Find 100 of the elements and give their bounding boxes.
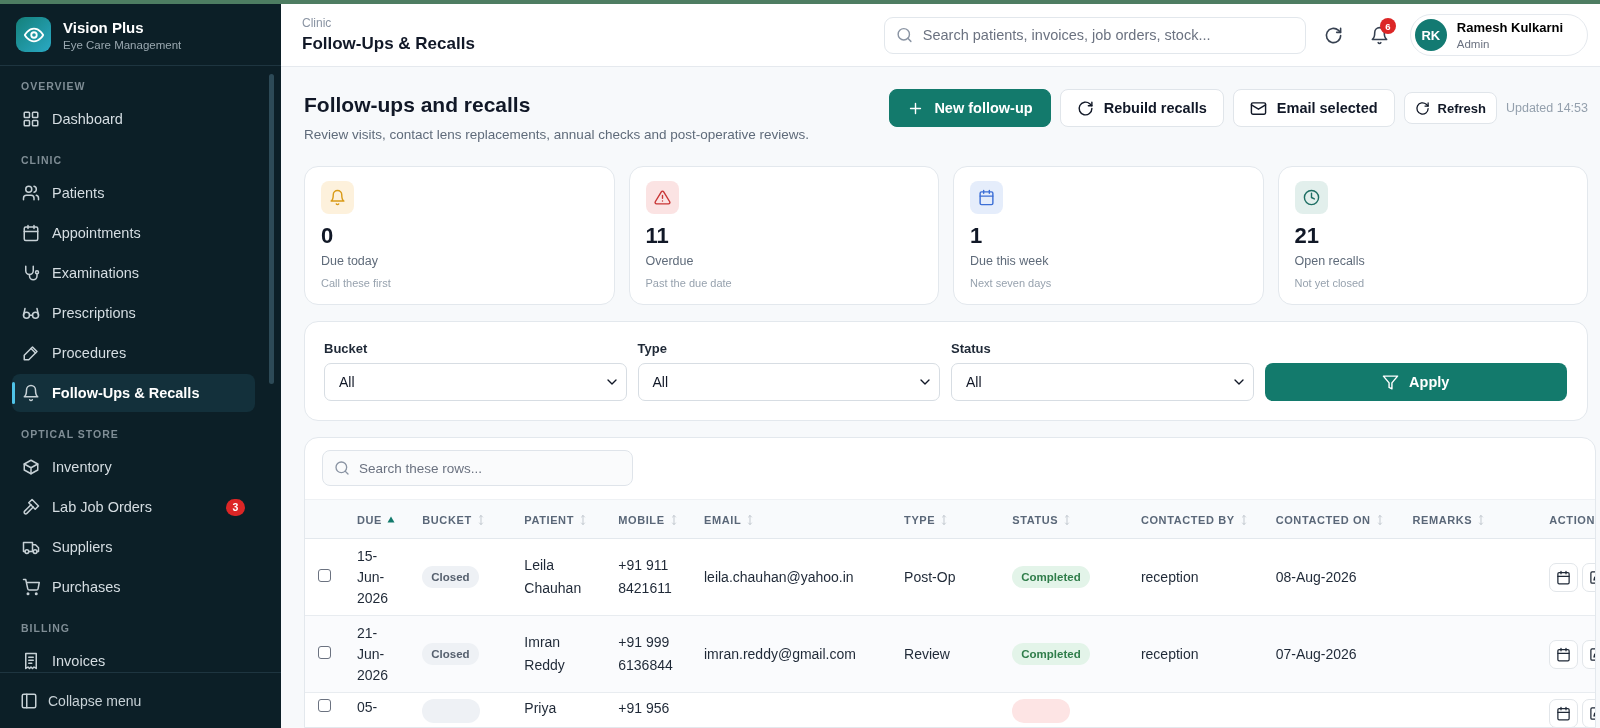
bell-icon <box>22 384 40 402</box>
column-header[interactable]: CONTACTED ON <box>1275 514 1386 526</box>
section-title: Follow-ups and recalls <box>304 93 532 117</box>
email-selected-button[interactable]: Email selected <box>1232 89 1395 127</box>
column-header[interactable]: BUCKET <box>422 514 487 526</box>
stat-note: Next seven days <box>970 277 1053 289</box>
stat-value: 0 <box>321 223 335 249</box>
filter-icon <box>1382 373 1400 391</box>
filter-label: Bucket <box>324 341 369 356</box>
new-follow-up-button[interactable]: New follow-up <box>889 89 1051 127</box>
stat-label: Overdue <box>645 254 695 268</box>
scrollbar-thumb[interactable] <box>269 74 274 384</box>
apply-button[interactable]: Apply <box>1264 363 1567 401</box>
column-header[interactable]: ACTION <box>1549 514 1595 526</box>
user-name: Ramesh Kulkarni <box>1456 20 1563 35</box>
stat-note: Not yet closed <box>1294 277 1366 289</box>
section-label: BILLING <box>20 621 71 636</box>
users-icon <box>22 184 40 202</box>
sidebar-item[interactable]: Dashboard <box>12 100 255 138</box>
sort-ascending-icon <box>384 514 397 526</box>
column-header[interactable]: PATIENT <box>524 514 589 526</box>
sidebar-item[interactable]: Examinations <box>12 254 255 292</box>
filter-dropdown[interactable]: All <box>951 363 1254 401</box>
filter-dropdown[interactable]: All <box>637 363 940 401</box>
filter-dropdown[interactable]: All <box>324 363 627 401</box>
hammer-icon <box>22 498 40 516</box>
breadcrumb: Clinic <box>302 16 333 30</box>
due-date: 15-Jun-2026 <box>356 546 390 608</box>
stat-note: Past the due date <box>645 277 733 289</box>
row-checkbox[interactable] <box>318 646 331 659</box>
logo-icon <box>16 17 51 52</box>
status-tag: Completed <box>1012 566 1090 588</box>
row-checkbox[interactable] <box>318 569 331 582</box>
schedule-button[interactable] <box>1549 639 1579 669</box>
section-label: OPTICAL STORE <box>20 427 120 442</box>
stethoscope-icon <box>22 264 40 282</box>
pen-icon <box>22 344 40 362</box>
email-address: imran.reddy@gmail.com <box>704 646 856 662</box>
column-header[interactable]: CONTACTED BY <box>1140 514 1250 526</box>
filter-label: Type <box>637 341 668 356</box>
filter-label: Status <box>951 341 992 356</box>
sidebar-item[interactable]: Inventory <box>12 448 255 486</box>
search-field[interactable]: Search patients, invoices, job orders, stock... <box>883 16 1306 54</box>
patient-name: Priya <box>524 699 558 718</box>
sidebar-panel-icon <box>20 691 38 710</box>
column-header[interactable]: REMARKS <box>1412 514 1488 526</box>
column-header[interactable]: DUE <box>356 514 397 526</box>
email-address: leila.chauhan@yahoo.in <box>704 569 854 585</box>
sidebar-item[interactable]: Suppliers <box>12 528 255 566</box>
column-header[interactable]: STATUS <box>1012 514 1074 526</box>
sidebar-item[interactable]: Lab Job Orders 3 <box>12 488 255 526</box>
grid-icon <box>22 110 40 128</box>
column-header[interactable]: EMAIL <box>704 514 757 526</box>
mobile-number: +91 999 6136844 <box>618 633 674 675</box>
user-avatar: RK <box>1414 19 1447 51</box>
column-header[interactable]: MOBILE <box>618 514 680 526</box>
stat-value: 21 <box>1294 223 1320 249</box>
sidebar-item[interactable]: Invoices <box>12 642 255 672</box>
sidebar-item[interactable]: Purchases <box>12 568 255 606</box>
patient-name: Leila Chauhan <box>524 556 583 598</box>
refresh-button[interactable]: Refresh <box>1403 92 1497 124</box>
rebuild-recalls-button[interactable]: Rebuild recalls <box>1059 89 1224 127</box>
clock-icon <box>1302 189 1320 206</box>
warning-icon <box>653 189 671 206</box>
refresh-icon <box>1324 25 1344 45</box>
schedule-button[interactable] <box>1549 562 1579 592</box>
user-menu-button[interactable]: RK Ramesh Kulkarni Admin <box>1409 14 1588 56</box>
notifications-button[interactable]: 6 <box>1359 15 1400 55</box>
column-header[interactable]: TYPE <box>904 514 951 526</box>
contacted-date: 08-Aug-2026 <box>1275 569 1357 585</box>
updated-time: Updated 14:53 <box>1506 101 1588 115</box>
sidebar-item[interactable]: Prescriptions <box>12 294 255 332</box>
table-search-field[interactable]: Search these rows... <box>322 450 633 486</box>
sidebar-item[interactable]: Follow-Ups & Recalls <box>12 374 255 412</box>
cart-icon <box>22 578 40 596</box>
follow-up-type: Review <box>904 646 950 662</box>
page-title: Follow-Ups & Recalls <box>302 34 476 54</box>
stat-label: Due this week <box>970 254 1050 268</box>
count-badge: 3 <box>226 498 245 516</box>
user-role: Admin <box>1456 38 1491 50</box>
mobile-number: +91 956 <box>618 699 671 718</box>
section-label: OVERVIEW <box>20 79 87 94</box>
sidebar-item[interactable]: Patients <box>12 174 255 212</box>
row-checkbox[interactable] <box>318 699 331 712</box>
section-description: Review visits, contact lens replacements, annual checks and post-operative reviews. <box>304 127 809 142</box>
calendar-icon <box>1556 646 1572 662</box>
stat-value: 1 <box>970 223 984 249</box>
bell-icon <box>329 189 346 206</box>
refresh-icon <box>1076 99 1094 117</box>
app-name: Vision Plus <box>63 18 145 36</box>
due-date: 21-Jun-2026 <box>356 623 390 685</box>
sidebar-item[interactable]: Procedures <box>12 334 255 372</box>
contacted-by: reception <box>1140 569 1199 585</box>
mobile-number: +91 911 8421611 <box>618 556 673 598</box>
calendar-icon <box>1556 706 1572 721</box>
follow-up-type: Post-Op <box>904 569 956 585</box>
contacted-by: reception <box>1140 646 1199 662</box>
sidebar-item[interactable]: Appointments <box>12 214 255 252</box>
schedule-button[interactable] <box>1549 699 1579 727</box>
patient-name: Imran Reddy <box>524 633 566 675</box>
